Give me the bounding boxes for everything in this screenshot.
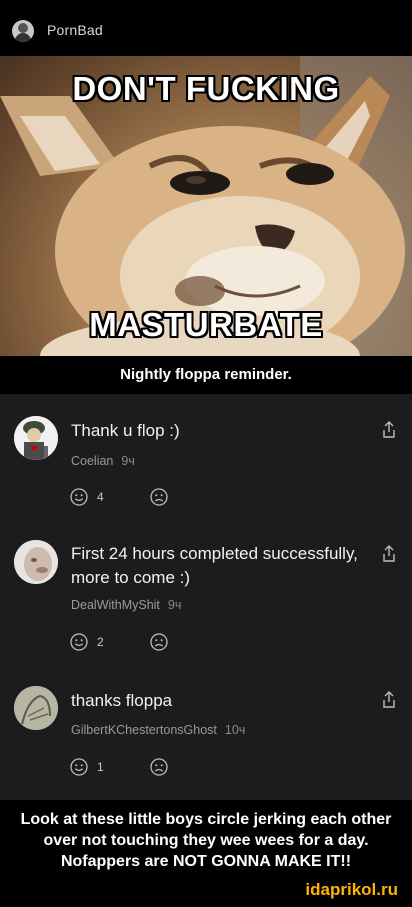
comment-meta: GilbertKChestertonsGhost 10ч	[71, 723, 245, 737]
meme-top-text: DON'T FUCKING	[72, 70, 340, 107]
comment-meta: DealWithMyShit 9ч	[71, 598, 181, 612]
share-icon[interactable]	[382, 545, 396, 563]
smile-reaction-icon[interactable]	[70, 633, 88, 651]
comment-username[interactable]: GilbertKChestertonsGhost	[71, 723, 217, 737]
comment-username[interactable]: Coelian	[71, 454, 113, 468]
frown-reaction-icon[interactable]	[150, 633, 168, 651]
comment-text: thanks floppa	[71, 691, 173, 710]
meme-image: DON'T FUCKING MASTURBATE	[0, 56, 412, 356]
meme-bottom-text: MASTURBATE	[89, 306, 323, 343]
comment-meta: Coelian 9ч	[71, 454, 135, 468]
smile-reaction-icon[interactable]	[70, 758, 88, 776]
watermark: idaprikol.ru	[305, 880, 398, 899]
reaction-count: 2	[97, 635, 104, 649]
comment-username[interactable]: DealWithMyShit	[71, 598, 160, 612]
app-avatar-icon[interactable]	[12, 20, 34, 42]
share-icon[interactable]	[382, 421, 396, 439]
watermark-row: idaprikol.ru	[0, 880, 412, 907]
bottom-caption-panel: Look at these little boys circle jerking…	[0, 800, 412, 886]
soldier-avatar-icon[interactable]	[14, 416, 58, 460]
app-header: PornBad	[0, 0, 412, 56]
comment-time: 9ч	[121, 454, 135, 468]
frown-reaction-icon[interactable]	[150, 758, 168, 776]
smile-reaction-icon[interactable]	[70, 488, 88, 506]
bottom-caption: Look at these little boys circle jerking…	[20, 811, 392, 870]
share-icon[interactable]	[382, 691, 396, 709]
reaction-count: 1	[97, 760, 104, 774]
comment-text: First 24 hours completed successfully, m…	[71, 544, 358, 587]
comment-text: Thank u flop :)	[71, 421, 180, 440]
comment-time: 9ч	[167, 598, 182, 612]
app-name[interactable]: PornBad	[47, 22, 103, 38]
reaction-count: 4	[97, 490, 104, 504]
comments-panel: Thank u flop :) Coelian 9ч 4 First 24 ho…	[0, 394, 412, 800]
meme-caption: Nightly floppa reminder.	[120, 366, 292, 383]
sketch-avatar-icon[interactable]	[14, 686, 58, 730]
face-avatar-icon[interactable]	[14, 540, 58, 584]
frown-reaction-icon[interactable]	[150, 488, 168, 506]
caption-bar: Nightly floppa reminder.	[0, 356, 412, 394]
comment-time: 10ч	[224, 723, 246, 737]
